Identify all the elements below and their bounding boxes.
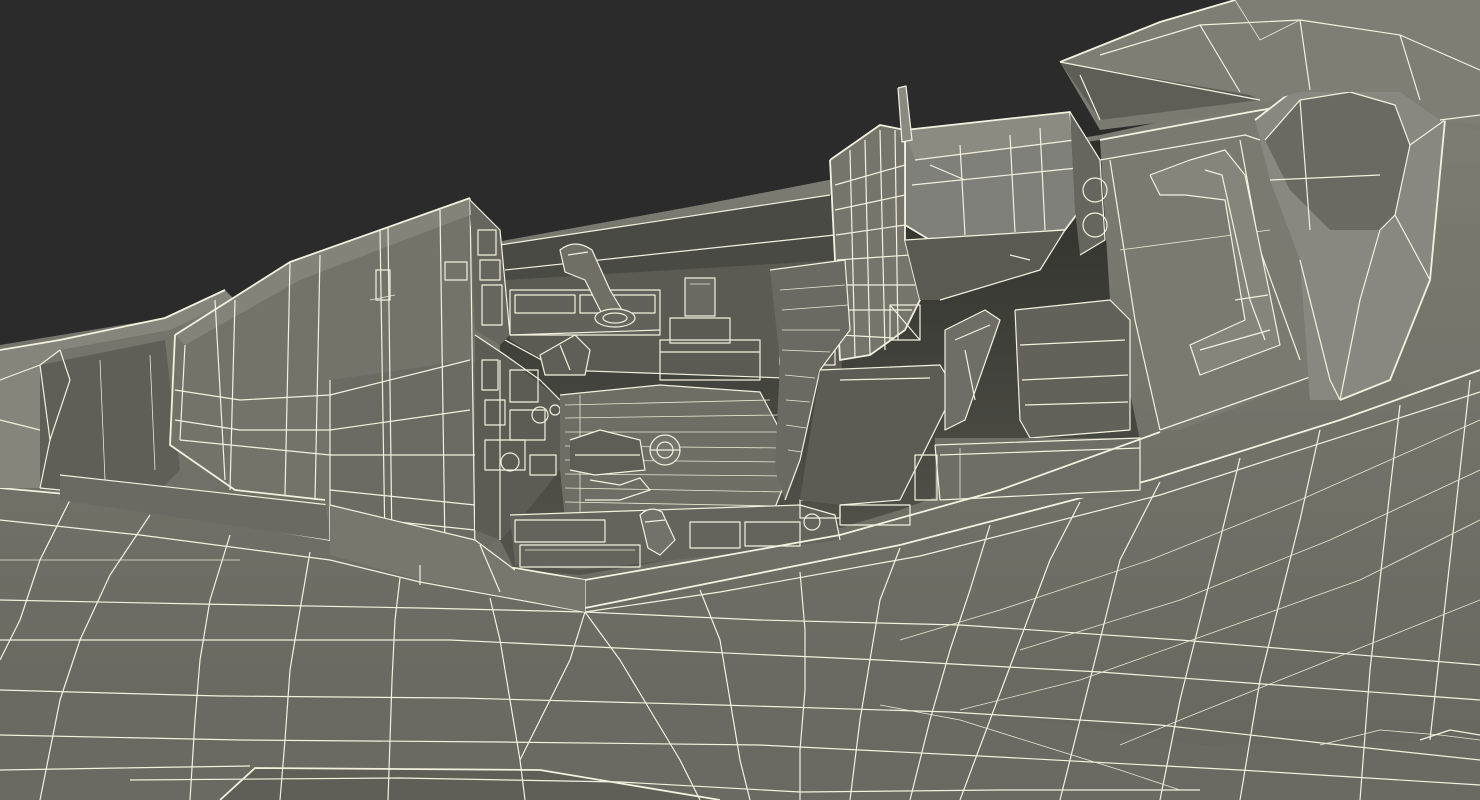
- cockpit-wireframe-render[interactable]: [0, 0, 1480, 800]
- 3d-viewport[interactable]: [0, 0, 1480, 800]
